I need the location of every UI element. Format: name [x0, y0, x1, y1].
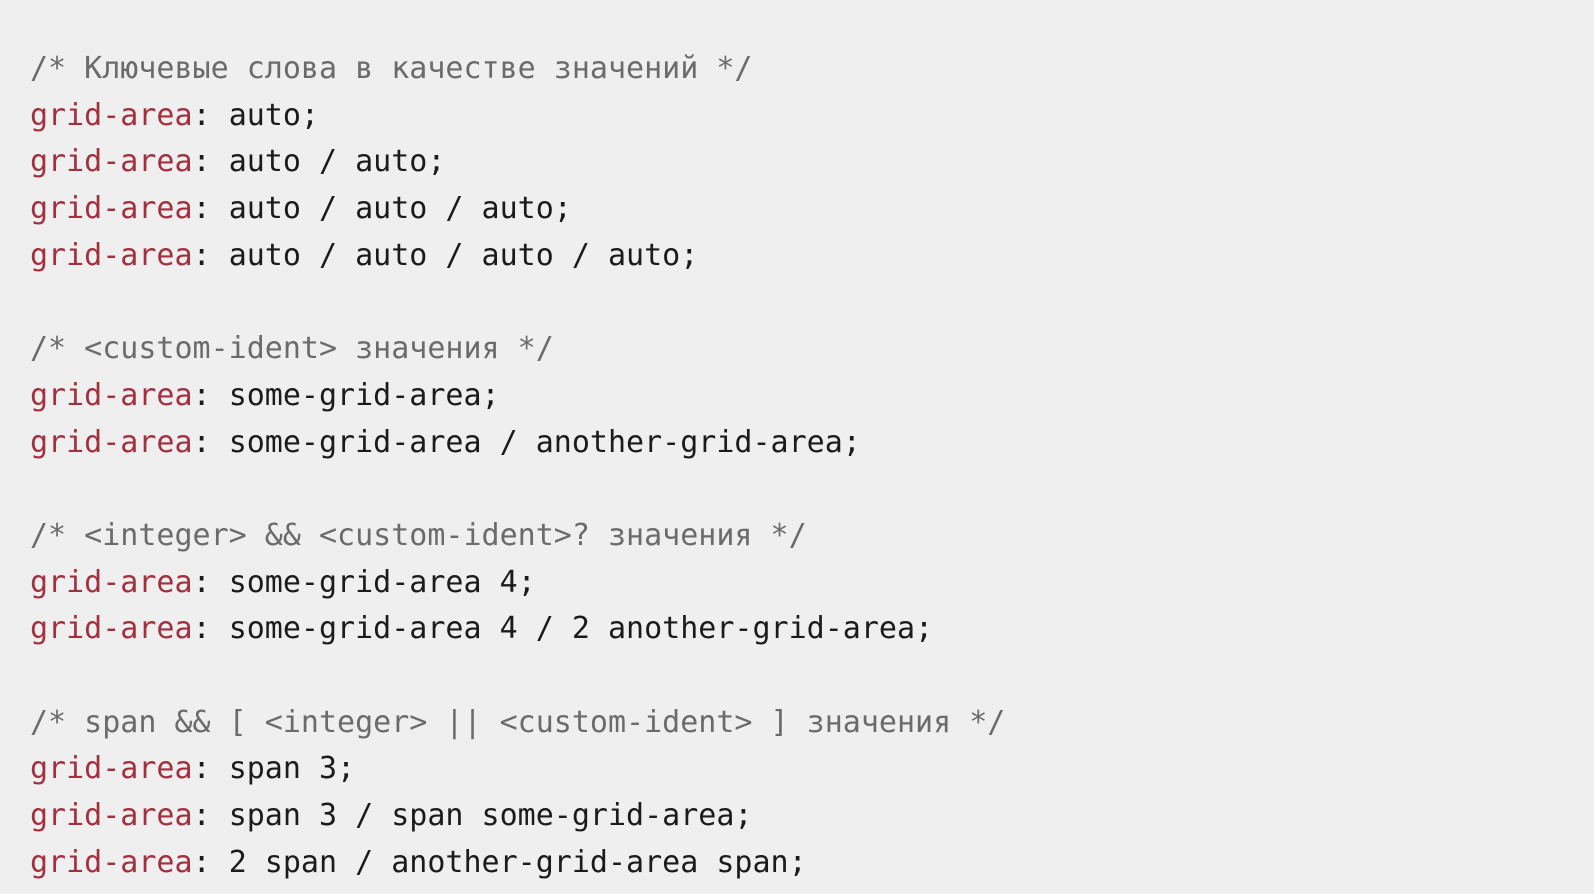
property-separator: : — [192, 564, 229, 600]
code-comment: /* span && [ <integer> || <custom-ident>… — [30, 700, 1594, 747]
property-separator: : — [192, 97, 229, 133]
property-value: auto; — [228, 97, 319, 133]
code-declaration: grid-area: auto / auto / auto / auto; — [30, 233, 1594, 280]
comment-text: /* <custom-ident> значения */ — [30, 331, 554, 367]
property-value: some-grid-area; — [228, 377, 500, 413]
code-declaration: grid-area: some-grid-area 4 / 2 another-… — [30, 606, 1594, 653]
property-separator: : — [192, 144, 229, 180]
property-name: grid-area — [30, 751, 193, 787]
property-value: span 3 / span some-grid-area; — [228, 798, 753, 833]
property-value: some-grid-area / another-grid-area; — [228, 424, 861, 460]
property-separator: : — [192, 424, 229, 460]
code-block: /* Ключевые слова в качестве значений */… — [0, 30, 1594, 894]
property-name: grid-area — [30, 564, 193, 600]
property-name: grid-area — [30, 97, 193, 133]
property-name: grid-area — [30, 191, 193, 227]
code-comment: /* <integer> && <custom-ident>? значения… — [30, 513, 1594, 560]
property-name: grid-area — [30, 611, 193, 647]
code-declaration: grid-area: auto / auto / auto; — [30, 186, 1594, 233]
property-separator: : — [192, 377, 229, 413]
property-value: auto / auto; — [228, 144, 446, 180]
property-value: 2 span / another-grid-area span; — [228, 844, 807, 880]
property-value: some-grid-area 4 / 2 another-grid-area; — [228, 611, 934, 647]
code-declaration: grid-area: some-grid-area / another-grid… — [30, 420, 1594, 467]
property-name: grid-area — [30, 844, 193, 880]
property-value: span 3; — [228, 751, 356, 787]
property-separator: : — [192, 191, 229, 227]
code-comment: /* Ключевые слова в качестве значений */ — [30, 46, 1594, 93]
property-separator: : — [192, 611, 229, 647]
code-declaration: grid-area: span 3 / span some-grid-area; — [30, 793, 1594, 840]
code-declaration: grid-area: 2 span / another-grid-area sp… — [30, 840, 1594, 887]
property-separator: : — [192, 751, 229, 787]
code-declaration: grid-area: auto / auto; — [30, 139, 1594, 186]
property-name: grid-area — [30, 798, 193, 833]
property-separator: : — [192, 844, 229, 880]
property-separator: : — [192, 798, 229, 833]
code-declaration: grid-area: some-grid-area 4; — [30, 560, 1594, 607]
code-declaration: grid-area: some-grid-area; — [30, 373, 1594, 420]
comment-text: /* Ключевые слова в качестве значений */ — [30, 51, 753, 86]
code-declaration: grid-area: span 3; — [30, 746, 1594, 793]
property-value: auto / auto / auto / auto; — [228, 237, 699, 273]
property-name: grid-area — [30, 237, 193, 273]
property-name: grid-area — [30, 144, 193, 180]
property-value: some-grid-area 4; — [228, 564, 536, 600]
comment-text: /* <integer> && <custom-ident>? значения… — [30, 517, 807, 553]
property-value: auto / auto / auto; — [228, 191, 572, 227]
code-comment: /* <custom-ident> значения */ — [30, 326, 1594, 373]
code-declaration: grid-area: auto; — [30, 93, 1594, 140]
property-name: grid-area — [30, 377, 193, 413]
property-name: grid-area — [30, 424, 193, 460]
property-separator: : — [192, 237, 229, 273]
comment-text: /* span && [ <integer> || <custom-ident>… — [30, 704, 1006, 740]
